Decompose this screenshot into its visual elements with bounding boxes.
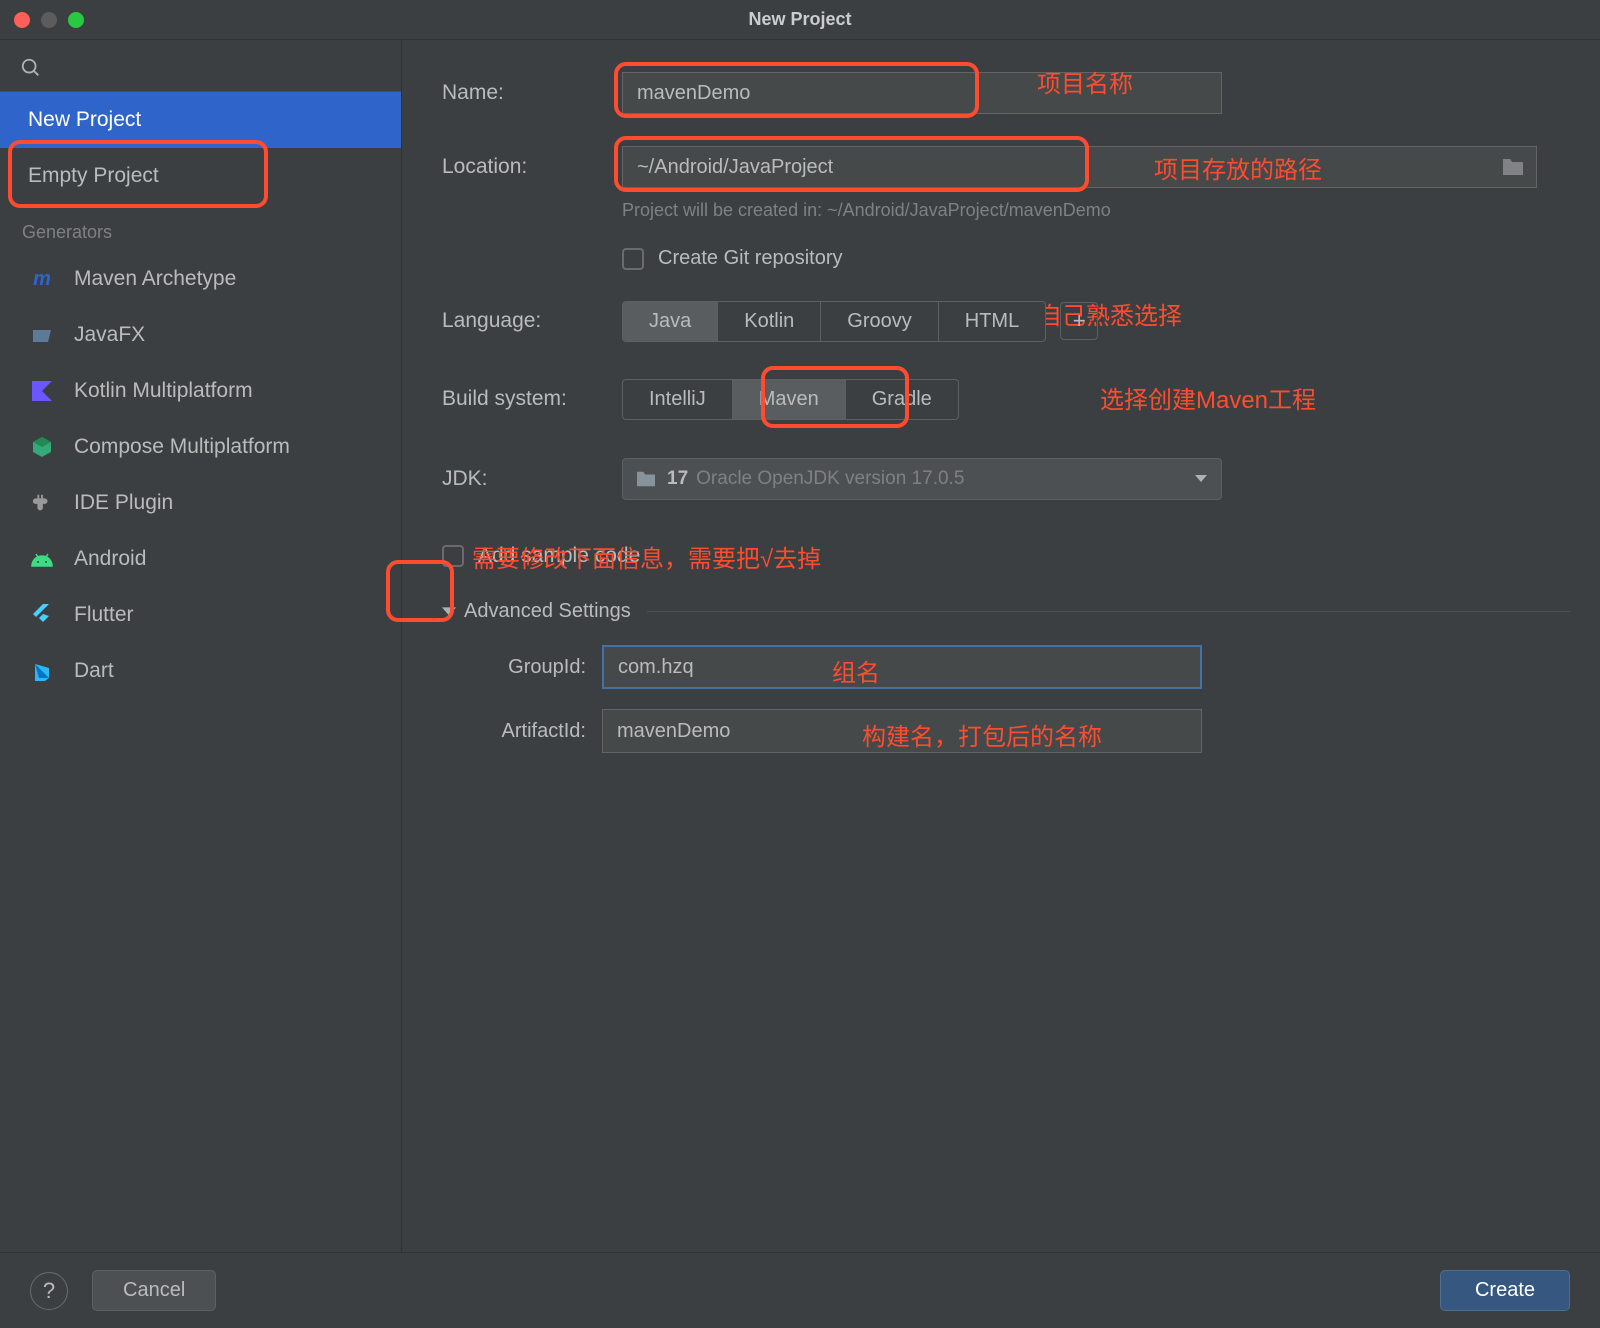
- jdk-description: Oracle OpenJDK version 17.0.5: [696, 468, 964, 490]
- language-java[interactable]: Java: [623, 302, 718, 341]
- javafx-icon: [28, 321, 56, 349]
- sidebar-item-new-project[interactable]: New Project: [0, 92, 401, 148]
- jdk-version: 17: [667, 468, 688, 490]
- language-label: Language:: [442, 309, 622, 333]
- flutter-icon: [28, 601, 56, 629]
- language-segmented: Java Kotlin Groovy HTML: [622, 301, 1046, 342]
- git-checkbox-label: Create Git repository: [658, 247, 843, 270]
- android-icon: [28, 545, 56, 573]
- build-system-label: Build system:: [442, 387, 622, 411]
- window-controls: [0, 12, 84, 28]
- create-button[interactable]: Create: [1440, 1270, 1570, 1311]
- chevron-down-icon: [1195, 475, 1207, 483]
- location-input[interactable]: [622, 146, 1537, 188]
- titlebar: New Project: [0, 0, 1600, 40]
- sidebar-item-dart[interactable]: Dart: [0, 643, 401, 699]
- sidebar-item-label: New Project: [28, 108, 141, 132]
- compose-icon: [28, 433, 56, 461]
- folder-icon[interactable]: [1501, 157, 1525, 177]
- build-intellij[interactable]: IntelliJ: [623, 380, 733, 419]
- sidebar-item-label: Kotlin Multiplatform: [74, 379, 253, 403]
- build-gradle[interactable]: Gradle: [846, 380, 958, 419]
- sidebar-item-label: Empty Project: [28, 164, 159, 188]
- maximize-window-icon[interactable]: [68, 12, 84, 28]
- sidebar-item-label: Compose Multiplatform: [74, 435, 290, 459]
- folder-icon: [635, 470, 657, 488]
- sidebar-item-label: IDE Plugin: [74, 491, 173, 515]
- sidebar-item-label: Dart: [74, 659, 114, 683]
- language-kotlin[interactable]: Kotlin: [718, 302, 821, 341]
- sidebar-item-compose[interactable]: Compose Multiplatform: [0, 419, 401, 475]
- plug-icon: [28, 489, 56, 517]
- sample-code-label: Add sample code: [478, 544, 640, 568]
- window-title: New Project: [748, 9, 851, 30]
- annotation-text: 选择创建Maven工程: [1100, 380, 1316, 415]
- dart-icon: [28, 657, 56, 685]
- search-icon: [20, 57, 42, 79]
- build-segmented: IntelliJ Maven Gradle: [622, 379, 959, 420]
- kotlin-icon: [28, 377, 56, 405]
- build-maven[interactable]: Maven: [733, 380, 846, 419]
- sidebar-item-label: JavaFX: [74, 323, 145, 347]
- form-content: Name: 项目名称 Location: 项目存放的路径 Project wil…: [402, 40, 1600, 1252]
- location-label: Location:: [442, 155, 622, 179]
- sidebar-item-android[interactable]: Android: [0, 531, 401, 587]
- sidebar-item-kotlin[interactable]: Kotlin Multiplatform: [0, 363, 401, 419]
- language-groovy[interactable]: Groovy: [821, 302, 938, 341]
- group-id-label: GroupId:: [472, 656, 602, 679]
- separator: [647, 611, 1570, 612]
- maven-icon: m: [28, 265, 56, 293]
- artifact-id-label: ArtifactId:: [472, 720, 602, 743]
- sidebar: New Project Empty Project Generators m M…: [0, 40, 402, 1252]
- name-label: Name:: [442, 81, 622, 105]
- language-html[interactable]: HTML: [939, 302, 1045, 341]
- sidebar-item-ide-plugin[interactable]: IDE Plugin: [0, 475, 401, 531]
- jdk-select[interactable]: 17 Oracle OpenJDK version 17.0.5: [622, 458, 1222, 500]
- sidebar-item-flutter[interactable]: Flutter: [0, 587, 401, 643]
- sidebar-item-label: Android: [74, 547, 146, 571]
- search-row[interactable]: [0, 44, 401, 92]
- artifact-id-input[interactable]: [602, 709, 1202, 753]
- git-checkbox[interactable]: [622, 248, 644, 270]
- location-hint: Project will be created in: ~/Android/Ja…: [622, 200, 1570, 221]
- sidebar-item-empty-project[interactable]: Empty Project: [0, 148, 401, 204]
- chevron-down-icon: [442, 607, 456, 617]
- close-window-icon[interactable]: [14, 12, 30, 28]
- advanced-settings-label: Advanced Settings: [464, 600, 631, 623]
- generators-heading: Generators: [0, 204, 401, 251]
- sidebar-item-maven-archetype[interactable]: m Maven Archetype: [0, 251, 401, 307]
- minimize-window-icon: [41, 12, 57, 28]
- jdk-label: JDK:: [442, 467, 622, 491]
- add-language-button[interactable]: +: [1060, 302, 1098, 340]
- sidebar-item-javafx[interactable]: JavaFX: [0, 307, 401, 363]
- sample-code-checkbox[interactable]: [442, 545, 464, 567]
- footer: ? Cancel Create: [0, 1252, 1600, 1328]
- advanced-settings-toggle[interactable]: Advanced Settings: [442, 600, 1570, 623]
- sidebar-item-label: Maven Archetype: [74, 267, 236, 291]
- help-button[interactable]: ?: [30, 1272, 68, 1310]
- name-input[interactable]: [622, 72, 1222, 114]
- group-id-input[interactable]: [602, 645, 1202, 689]
- sidebar-item-label: Flutter: [74, 603, 134, 627]
- cancel-button[interactable]: Cancel: [92, 1270, 216, 1311]
